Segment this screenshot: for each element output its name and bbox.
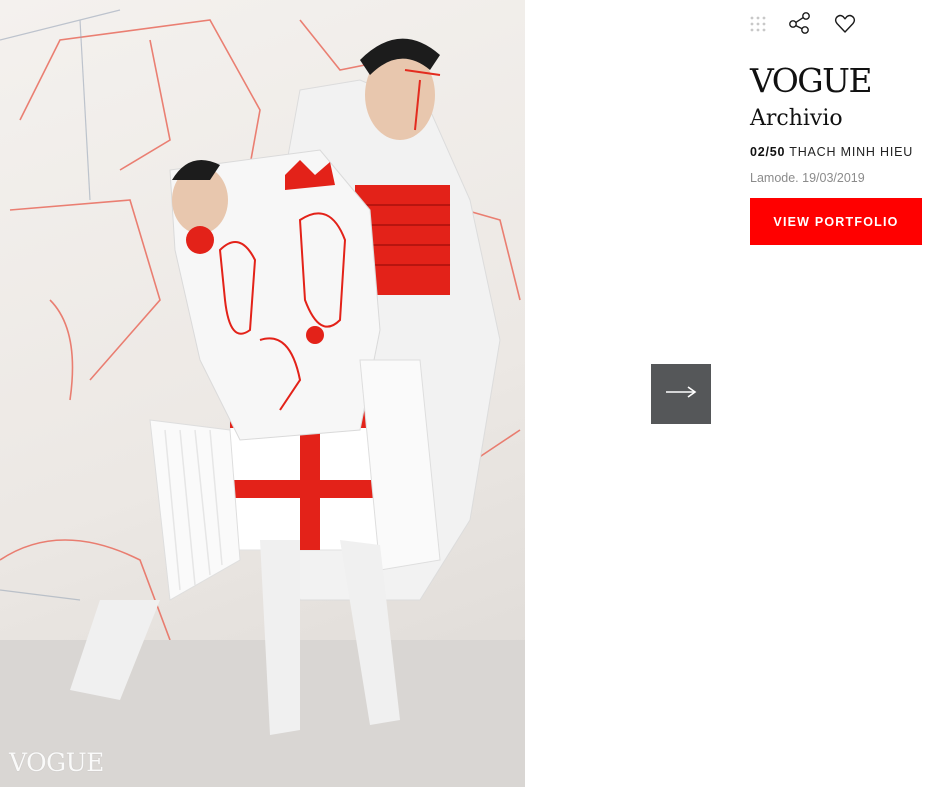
next-image-button[interactable] <box>651 364 711 424</box>
image-counter: 02/50 <box>750 145 786 159</box>
brand-logo[interactable]: VOGUE <box>750 64 873 97</box>
arrow-right-icon <box>665 385 697 404</box>
photo-illustration <box>0 9 525 787</box>
heart-icon[interactable] <box>834 10 858 36</box>
grid-icon[interactable] <box>748 10 772 36</box>
photo-watermark-logo: VOGUE <box>9 748 104 777</box>
share-icon[interactable] <box>788 10 812 36</box>
editorial-photo: VOGUE <box>0 0 525 787</box>
brand-subtitle: Archivio <box>750 106 843 131</box>
photo-meta: Lamode. 19/03/2019 <box>750 171 865 185</box>
view-portfolio-button[interactable]: VIEW PORTFOLIO <box>750 198 922 245</box>
gallery-caption: 02/50 THACH MINH HIEU <box>750 145 913 159</box>
designer-name: THACH MINH HIEU <box>789 145 914 159</box>
